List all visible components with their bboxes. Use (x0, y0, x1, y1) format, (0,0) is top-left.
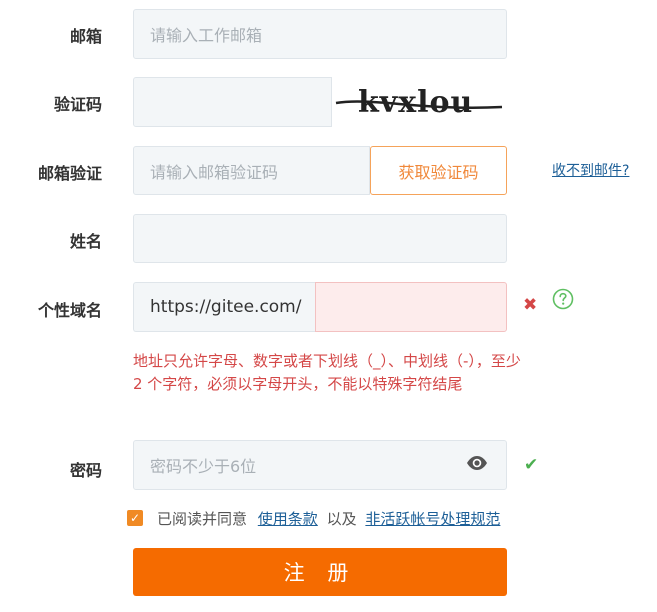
inactive-account-policy-link[interactable]: 非活跃帐号处理规范 (365, 510, 500, 528)
domain-label: 个性域名 (37, 301, 102, 320)
email-label: 邮箱 (69, 27, 102, 46)
captcha-image[interactable]: kvxlou (331, 77, 508, 127)
password-input[interactable]: 密码不少于6位 (133, 440, 507, 490)
password-label: 密码 (69, 461, 102, 480)
password-placeholder: 密码不少于6位 (150, 457, 257, 476)
email-input[interactable]: 请输入工作邮箱 (133, 9, 507, 59)
check-icon: ✔ (524, 455, 539, 475)
captcha-text: kvxlou (358, 85, 473, 120)
domain-error-text: 地址只允许字母、数字或者下划线（_）、中划线（-），至少 2 个字符，必须以字母… (133, 352, 521, 393)
domain-input[interactable] (315, 282, 507, 332)
terms-link[interactable]: 使用条款 (258, 510, 318, 528)
agreement-joiner: 以及 (326, 510, 357, 528)
email-verify-input[interactable]: 请输入邮箱验证码 (133, 146, 370, 195)
name-label: 姓名 (69, 232, 102, 251)
captcha-label: 验证码 (53, 95, 102, 114)
register-button[interactable]: 注 册 (133, 548, 507, 596)
captcha-graphic: kvxlou (335, 85, 503, 120)
email-placeholder: 请输入工作邮箱 (150, 26, 263, 45)
get-code-button[interactable]: 获取验证码 (370, 146, 507, 195)
question-circle-icon[interactable] (552, 288, 574, 310)
agree-checkbox[interactable]: ✓ (127, 510, 143, 526)
eye-icon[interactable] (466, 455, 488, 471)
agreement-text: 已阅读并同意 使用条款 以及 非活跃帐号处理规范 (157, 508, 500, 529)
name-input[interactable] (133, 214, 507, 263)
email-verify-label: 邮箱验证 (37, 164, 102, 183)
close-icon: ✖ (523, 295, 538, 315)
no-email-help-link[interactable]: 收不到邮件? (552, 160, 629, 180)
agreement-prefix: 已阅读并同意 (157, 510, 248, 528)
email-verify-placeholder: 请输入邮箱验证码 (150, 162, 279, 182)
domain-prefix: https://gitee.com/ (133, 282, 315, 332)
